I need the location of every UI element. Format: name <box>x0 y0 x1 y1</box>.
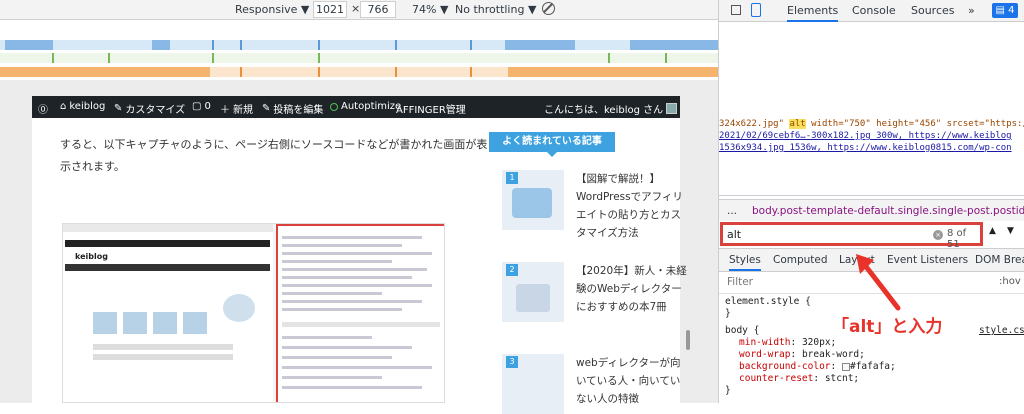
device-toolbar-icon[interactable] <box>751 3 761 17</box>
admin-new-link[interactable]: ＋新規 <box>220 101 253 116</box>
breadcrumb: ... body.post-template-default.single.si… <box>719 199 1024 221</box>
article-title-link[interactable]: 【図解で解説！】WordPressでアフィリエイトの貼り方とカスタマイズ方法 <box>576 170 688 242</box>
search-result-count: 8 of 51 <box>947 228 967 250</box>
tab-computed[interactable]: Computed <box>773 254 828 266</box>
css-declaration[interactable]: counter-reset: stcnt; <box>725 373 1024 385</box>
breadcrumb-item[interactable]: body.post-template-default.single.single… <box>752 200 1024 221</box>
admin-customize-link[interactable]: ✎ カスタマイズ <box>114 101 185 116</box>
stylesheet-link[interactable]: style.css <box>979 325 1024 336</box>
inspect-element-icon[interactable] <box>731 5 741 15</box>
annotation-label: 「alt」と入力 <box>832 317 943 337</box>
popular-articles-heading: よく読まれている記事 <box>489 132 615 157</box>
brush-icon: ✎ <box>114 103 123 114</box>
css-declaration[interactable]: background-color: #fafafa; <box>725 361 1024 373</box>
search-match-highlight: alt <box>789 119 806 129</box>
viewport-height-input[interactable]: 766 <box>360 1 396 18</box>
avatar <box>666 103 678 114</box>
admin-account-link[interactable]: こんにちは、keiblog さん <box>544 101 678 116</box>
home-icon: ⌂ <box>60 101 67 112</box>
hover-state-toggle[interactable]: :hov <box>999 276 1021 287</box>
screenshot-devtools-highlight <box>276 224 444 402</box>
devtools-tab-bar: Elements Console Sources » ▤ 4 <box>719 0 1024 22</box>
media-query-bar-max[interactable] <box>0 40 718 50</box>
device-mode-select[interactable]: Responsive ▼ <box>235 3 309 16</box>
dom-search-input[interactable]: alt × 8 of 51 <box>720 222 983 250</box>
dom-source-lines[interactable]: 324x622.jpg" alt width="750" height="456… <box>719 118 1024 154</box>
tab-dom-breakpoints[interactable]: DOM Breakp <box>975 254 1024 266</box>
viewport-resize-handle[interactable] <box>686 330 690 350</box>
annotation-arrow-icon <box>856 254 901 311</box>
wordpress-icon[interactable]: ⓪ <box>38 101 48 116</box>
article-thumbnail[interactable]: 2 <box>502 262 564 322</box>
message-icon: ▤ <box>995 5 1005 16</box>
devtools-panel: Elements Console Sources » ▤ 4 324x622.j… <box>718 0 1024 403</box>
admin-site-link[interactable]: ⌂ keiblog <box>60 101 105 112</box>
media-query-bar-min[interactable] <box>0 67 718 77</box>
more-tabs-button[interactable]: » <box>968 4 975 17</box>
css-declaration[interactable]: min-width: 320px; <box>725 337 1024 349</box>
issues-badge[interactable]: ▤ 4 <box>992 3 1018 18</box>
admin-edit-post-link[interactable]: ✎ 投稿を編集 <box>262 101 323 116</box>
tab-styles[interactable]: Styles <box>729 254 761 271</box>
dimension-separator: × <box>351 2 361 15</box>
article-title-link[interactable]: 【2020年】新人・未経験のWebディレクターにおすすめの本7冊 <box>576 262 688 316</box>
media-query-bar-range[interactable] <box>0 53 718 63</box>
previous-match-icon[interactable]: ▲ <box>989 226 996 236</box>
article-screenshot-image: keiblog <box>62 223 445 403</box>
rotate-icon[interactable] <box>542 2 555 15</box>
css-declaration[interactable]: word-wrap: break-word; <box>725 349 1024 361</box>
admin-autoptimize-link[interactable]: Autoptimize <box>330 101 401 112</box>
status-dot-icon <box>330 102 338 111</box>
article-title-link[interactable]: webディレクターが向いている人・向いていない人の特徴 <box>576 354 688 408</box>
article-paragraph: すると、以下キャプチャのように、ページ右側にソースコードなどが書かれた画面が表示… <box>60 138 488 173</box>
article-thumbnail[interactable]: 3 <box>502 354 564 414</box>
tab-elements[interactable]: Elements <box>787 4 839 22</box>
tab-sources[interactable]: Sources <box>911 4 955 17</box>
zoom-select[interactable]: 74% ▼ <box>412 3 448 16</box>
dom-search-bar: alt × 8 of 51 ▲ ▼ <box>719 221 1024 250</box>
source-line[interactable]: 2021/02/69cebf6…-300x182.jpg 300w, https… <box>719 130 1024 142</box>
source-line[interactable]: 1536x934.jpg 1536w, https://www.keiblog0… <box>719 142 1024 154</box>
screenshot-logo: keiblog <box>75 252 108 261</box>
viewport-width-input[interactable]: 1021 <box>313 1 347 18</box>
panel-divider <box>719 195 1024 196</box>
source-line[interactable]: 324x622.jpg" alt width="750" height="456… <box>719 118 1024 130</box>
wp-admin-bar: ⓪ ⌂ keiblog ✎ カスタマイズ ▢ 0 ＋新規 ✎ 投稿を編集 Autopti… <box>32 96 680 118</box>
color-swatch-icon[interactable] <box>841 362 850 371</box>
pencil-icon: ✎ <box>262 103 271 114</box>
device-toolbar: Responsive ▼ 1021 × 766 74% ▼ No throttl… <box>0 0 718 20</box>
tab-console[interactable]: Console <box>852 4 896 17</box>
admin-comments-link[interactable]: ▢ 0 <box>192 101 211 112</box>
comment-icon: ▢ <box>192 101 202 112</box>
article-thumbnail[interactable]: 1 <box>502 170 564 230</box>
plus-icon: ＋ <box>220 105 230 116</box>
next-match-icon[interactable]: ▼ <box>1007 226 1014 236</box>
admin-affinger-link[interactable]: AFFINGER管理 <box>396 101 466 116</box>
throttling-select[interactable]: No throttling ▼ <box>455 3 536 16</box>
breadcrumb-overflow[interactable]: ... <box>727 200 737 221</box>
clear-search-icon[interactable]: × <box>933 230 943 240</box>
